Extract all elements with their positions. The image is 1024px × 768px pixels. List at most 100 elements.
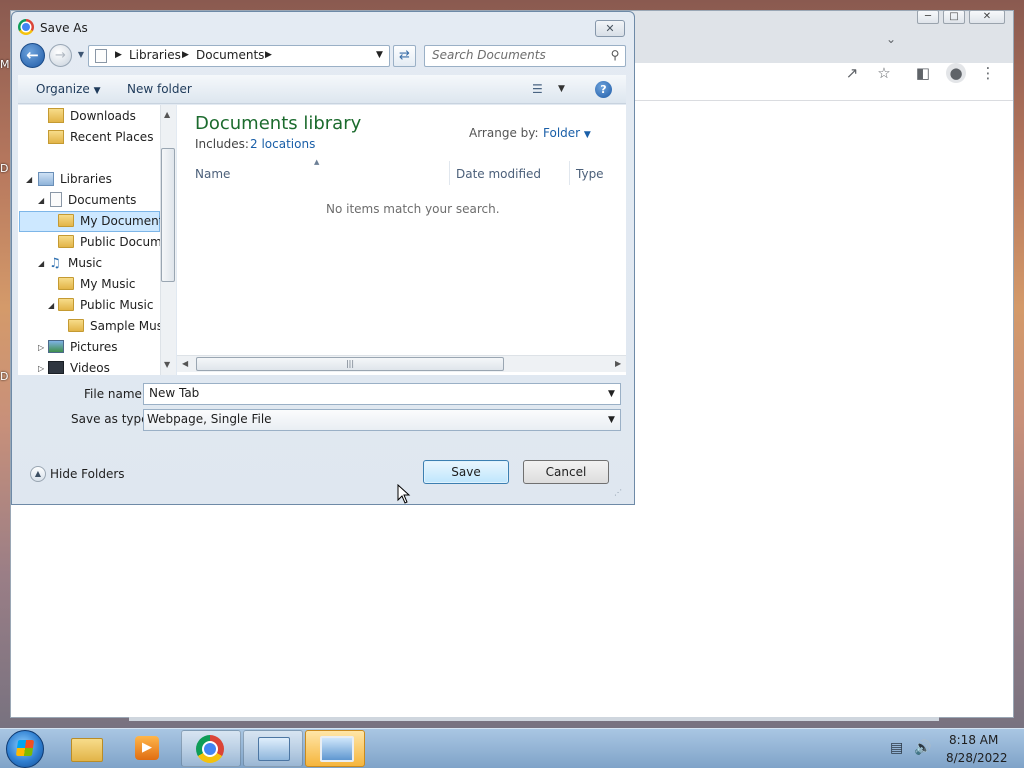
- save-as-type-label: Save as type:: [71, 412, 153, 426]
- file-name-dropdown-icon[interactable]: ▼: [608, 389, 615, 399]
- music-icon: ♫: [49, 256, 61, 271]
- tab-search-chevron-icon[interactable]: ⌄: [886, 32, 896, 46]
- taskbar-media-player[interactable]: ▶: [118, 730, 178, 767]
- pictures-icon: [48, 340, 64, 353]
- side-panel-icon[interactable]: ◧: [913, 63, 933, 83]
- arrange-by-dropdown[interactable]: Folder ▼: [543, 126, 591, 140]
- column-type[interactable]: Type: [576, 167, 604, 181]
- taskbar-chrome[interactable]: [181, 730, 241, 767]
- empty-message: No items match your search.: [326, 202, 500, 216]
- menu-kebab-icon[interactable]: ⋮: [978, 63, 998, 83]
- expand-arrow-icon[interactable]: ◢: [38, 196, 44, 205]
- tree-item-libraries[interactable]: Libraries: [38, 169, 112, 189]
- taskbar-explorer[interactable]: [57, 730, 117, 767]
- breadcrumb-arrow-icon[interactable]: ▶: [265, 49, 272, 62]
- forward-button[interactable]: →: [49, 44, 72, 67]
- tree-item-my-music[interactable]: My Music: [58, 274, 135, 294]
- breadcrumb-arrow-icon[interactable]: ▶: [182, 49, 189, 62]
- help-icon[interactable]: ?: [595, 81, 612, 98]
- address-dropdown-icon[interactable]: ▼: [376, 50, 383, 60]
- desktop-icon-label: M: [0, 58, 10, 71]
- tree-item-downloads[interactable]: Downloads: [48, 106, 136, 126]
- view-options-icon[interactable]: ☰: [532, 82, 548, 96]
- arrange-by-label: Arrange by:: [469, 126, 539, 140]
- expand-arrow-icon[interactable]: ◢: [48, 301, 54, 310]
- videos-icon: [48, 361, 64, 374]
- column-divider[interactable]: [569, 161, 570, 185]
- search-icon[interactable]: ⚲: [607, 47, 623, 63]
- file-name-value[interactable]: New Tab: [149, 386, 199, 400]
- hide-folders-icon[interactable]: ▲: [30, 466, 46, 482]
- scroll-down-icon[interactable]: ▼: [164, 360, 170, 369]
- star-icon[interactable]: ☆: [874, 63, 894, 83]
- media-player-icon: ▶: [135, 736, 159, 760]
- collapse-arrow-icon[interactable]: ▷: [38, 343, 44, 352]
- maximize-button[interactable]: □: [943, 10, 965, 24]
- includes-label: Includes:: [195, 137, 249, 151]
- tree-item-recent-places[interactable]: Recent Places: [48, 127, 153, 147]
- file-name-field[interactable]: [143, 383, 621, 405]
- folder-icon: [58, 277, 74, 290]
- libraries-icon: [38, 171, 54, 186]
- organize-button[interactable]: Organize ▼: [36, 82, 101, 96]
- new-folder-button[interactable]: New folder: [127, 82, 192, 96]
- taskbar-control-panel[interactable]: [243, 730, 303, 767]
- breadcrumb-documents[interactable]: Documents: [196, 48, 264, 62]
- tree-item-public-documents[interactable]: Public Documents: [58, 232, 160, 252]
- column-date-modified[interactable]: Date modified: [456, 167, 541, 181]
- network-icon[interactable]: ▤: [890, 740, 903, 756]
- tree-item-sample-music[interactable]: Sample Music: [68, 316, 160, 336]
- close-button[interactable]: ✕: [595, 20, 625, 37]
- expand-arrow-icon[interactable]: ◢: [26, 175, 32, 184]
- library-title: Documents library: [195, 113, 362, 134]
- scrollbar-thumb[interactable]: [161, 148, 175, 282]
- scroll-left-icon[interactable]: ◀: [182, 359, 188, 368]
- tree-item-music[interactable]: ♫ Music: [48, 253, 102, 273]
- collapse-arrow-icon[interactable]: ▷: [38, 364, 44, 373]
- refresh-icon[interactable]: ⇄: [393, 45, 416, 67]
- tree-item-videos[interactable]: Videos: [48, 358, 110, 375]
- desktop-icon-label: D: [0, 162, 9, 175]
- documents-icon: [50, 192, 62, 207]
- save-as-type-value[interactable]: Webpage, Single File: [147, 412, 272, 426]
- resize-grip-icon[interactable]: ⋰: [614, 488, 622, 497]
- chrome-taskbar-icon: [196, 735, 224, 763]
- column-name[interactable]: Name: [195, 167, 230, 181]
- scrollbar-thumb[interactable]: |||: [196, 357, 504, 371]
- hide-folders-button[interactable]: Hide Folders: [50, 467, 125, 481]
- recent-places-icon: [48, 129, 64, 144]
- column-divider[interactable]: [449, 161, 450, 185]
- share-icon[interactable]: ↗: [842, 63, 862, 83]
- scroll-right-icon[interactable]: ▶: [615, 359, 621, 368]
- recent-locations-dropdown-icon[interactable]: ▼: [76, 50, 86, 60]
- expand-arrow-icon[interactable]: ◢: [38, 259, 44, 268]
- windows-logo-icon: [15, 740, 35, 756]
- taskbar-remote-desktop[interactable]: [305, 730, 365, 767]
- document-icon: [95, 49, 107, 63]
- browser-scrollbar[interactable]: [129, 717, 939, 721]
- tree-item-documents[interactable]: Documents: [50, 190, 136, 210]
- mouse-cursor-icon: [397, 484, 411, 504]
- volume-icon[interactable]: 🔊: [914, 740, 931, 756]
- locations-link[interactable]: 2 locations: [250, 137, 315, 151]
- tree-item-pictures[interactable]: Pictures: [48, 337, 118, 357]
- search-placeholder: Search Documents: [432, 48, 546, 62]
- clock-time[interactable]: 8:18 AM: [949, 733, 998, 747]
- profile-icon[interactable]: ●: [946, 63, 966, 83]
- minimize-button[interactable]: ─: [917, 10, 939, 24]
- back-button[interactable]: ←: [20, 43, 45, 68]
- remote-desktop-icon: [320, 736, 354, 762]
- tree-item-public-music[interactable]: Public Music: [58, 295, 153, 315]
- explorer-icon: [71, 738, 103, 762]
- folder-icon: [58, 235, 74, 248]
- save-as-type-dropdown-icon[interactable]: ▼: [608, 415, 615, 425]
- breadcrumb-arrow-icon[interactable]: ▶: [115, 49, 122, 62]
- window-close-button[interactable]: ✕: [969, 10, 1005, 24]
- breadcrumb-libraries[interactable]: Libraries: [129, 48, 181, 62]
- view-dropdown-icon[interactable]: ▼: [558, 84, 565, 94]
- tree-item-my-documents[interactable]: My Documents: [58, 211, 160, 231]
- scroll-up-icon[interactable]: ▲: [164, 110, 170, 119]
- save-button[interactable]: Save: [423, 460, 509, 484]
- cancel-button[interactable]: Cancel: [523, 460, 609, 484]
- clock-date[interactable]: 8/28/2022: [946, 751, 1008, 765]
